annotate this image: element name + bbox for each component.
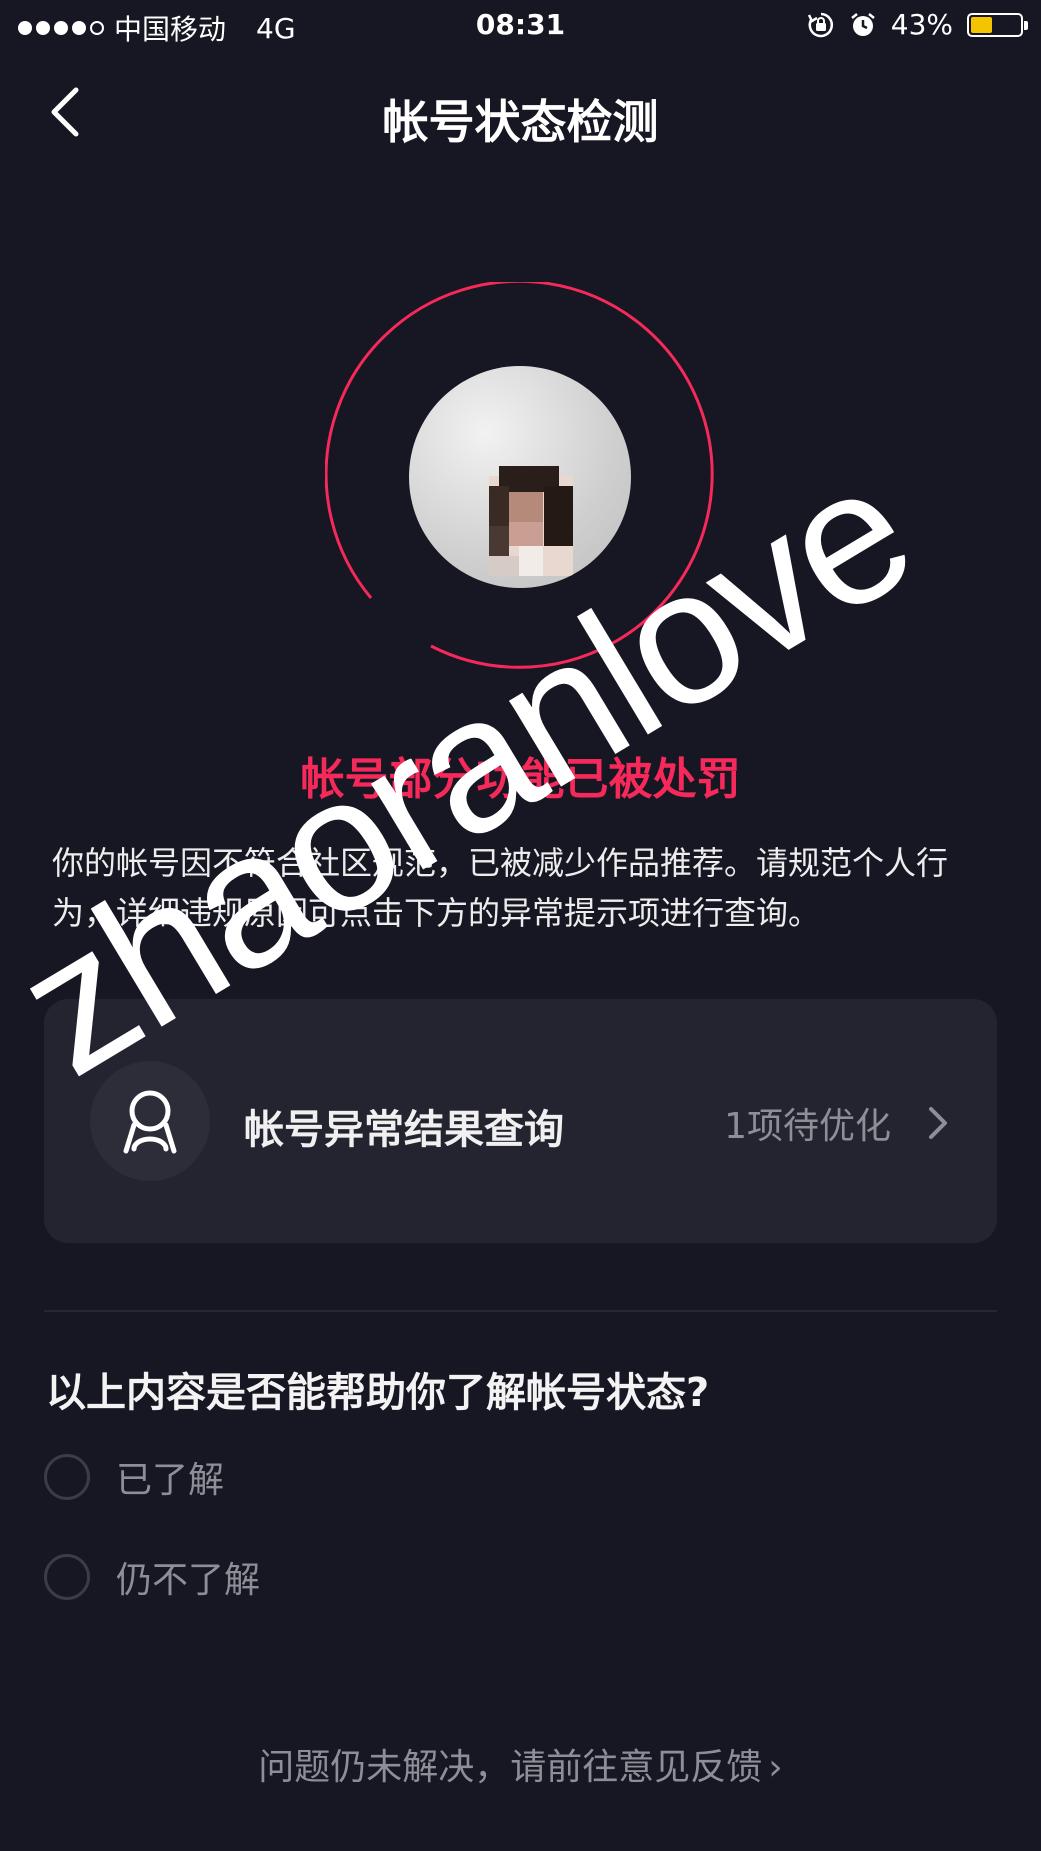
status-bar: 中国移动 4G 08:31 43%: [0, 0, 1041, 52]
battery-icon: [967, 12, 1028, 37]
status-description: 你的帐号因不符合社区规范，已被减少作品推荐。请规范个人行为，详细违规原因可点击下…: [52, 844, 949, 932]
rotation-lock-icon: [807, 12, 833, 37]
survey-question: 以上内容是否能帮助你了解帐号状态?: [46, 1370, 710, 1416]
pending-count: 1项待优化: [724, 1106, 891, 1147]
option-understood[interactable]: 已了解: [44, 1451, 224, 1503]
chevron-right-icon: [929, 1107, 947, 1139]
option-label: 已了解: [116, 1460, 225, 1501]
feedback-arrow: ›: [768, 1747, 783, 1788]
battery-percent: 43%: [890, 8, 953, 41]
pixelated-face: [489, 466, 573, 576]
avatar: [409, 366, 631, 588]
battery-fill: [971, 16, 992, 33]
option-not-understood[interactable]: 仍不了解: [44, 1551, 260, 1603]
radio-button[interactable]: [44, 1454, 90, 1500]
user-icon: [123, 1090, 177, 1154]
account-check-card[interactable]: 帐号异常结果查询 1项待优化: [44, 999, 997, 1243]
user-icon-wrap: [90, 1061, 210, 1181]
feedback-label: 问题仍未解决，请前往意见反馈: [258, 1747, 763, 1788]
status-title: 帐号部分功能已被处罚: [300, 754, 741, 805]
page-title: 帐号状态检测: [382, 95, 659, 149]
alarm-icon: [850, 12, 875, 36]
radio-button[interactable]: [44, 1554, 90, 1600]
nav-bar: 帐号状态检测: [0, 60, 1041, 170]
account-check-label: 帐号异常结果查询: [244, 1107, 564, 1153]
feedback-link[interactable]: 问题仍未解决，请前往意见反馈 ›: [0, 1738, 1041, 1790]
option-label: 仍不了解: [116, 1560, 261, 1601]
status-right: 43%: [807, 8, 1028, 41]
divider: [44, 1310, 997, 1312]
